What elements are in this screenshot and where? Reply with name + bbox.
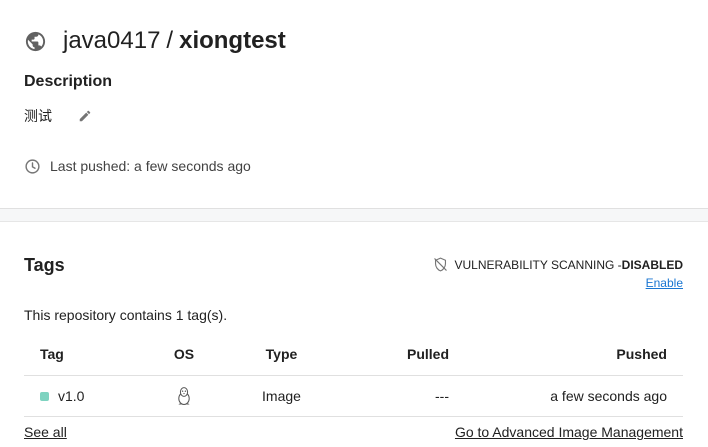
column-header-type: Type: [234, 334, 329, 376]
tags-heading: Tags: [24, 255, 65, 275]
os-cell: [134, 375, 234, 417]
vulnerability-status: DISABLED: [621, 257, 683, 272]
column-header-os: OS: [134, 334, 234, 376]
column-header-tag: Tag: [24, 334, 134, 376]
pushed-cell: a few seconds ago: [449, 375, 683, 417]
vulnerability-scanning-status: VULNERABILITY SCANNING - DISABLED: [432, 256, 683, 273]
tag-name[interactable]: v1.0: [58, 388, 84, 404]
table-header-row: Tag OS Type Pulled Pushed: [24, 334, 683, 376]
type-cell: Image: [234, 375, 329, 417]
linux-icon: [176, 386, 192, 406]
table-row[interactable]: v1.0 Image --- a few seconds ago: [24, 375, 683, 417]
tag-count-text: This repository contains 1 tag(s).: [24, 307, 228, 323]
section-gap: [0, 209, 708, 221]
vulnerability-label: VULNERABILITY SCANNING -: [454, 257, 622, 272]
see-all-link[interactable]: See all: [24, 424, 67, 440]
pulled-cell: ---: [329, 375, 449, 417]
description-row: 测试: [24, 106, 92, 126]
last-pushed-row: Last pushed: a few seconds ago: [24, 156, 251, 176]
repo-separator: /: [166, 27, 174, 54]
clock-icon: [24, 158, 41, 175]
advanced-image-management-link[interactable]: Go to Advanced Image Management: [455, 424, 683, 440]
column-header-pushed: Pushed: [449, 334, 683, 376]
tag-cell[interactable]: v1.0: [24, 375, 134, 417]
last-pushed-text: Last pushed: a few seconds ago: [50, 158, 251, 174]
repo-title: java0417 / xiongtest: [24, 26, 286, 56]
shield-off-icon: [432, 256, 449, 273]
repository-header: java0417 / xiongtest Description 测试 Last…: [0, 0, 708, 208]
pencil-icon[interactable]: [78, 109, 92, 123]
tags-table: Tag OS Type Pulled Pushed v1.0 Image ---…: [24, 334, 683, 417]
column-header-pulled: Pulled: [329, 334, 449, 376]
repo-namespace[interactable]: java0417: [63, 27, 160, 55]
description-heading: Description: [24, 73, 113, 90]
globe-icon: [24, 30, 47, 53]
repo-name: xiongtest: [179, 27, 286, 54]
description-text: 测试: [24, 108, 52, 124]
tag-status-dot: [40, 392, 49, 402]
enable-scanning-link[interactable]: Enable: [646, 276, 683, 290]
section-divider-lower: [0, 221, 708, 222]
